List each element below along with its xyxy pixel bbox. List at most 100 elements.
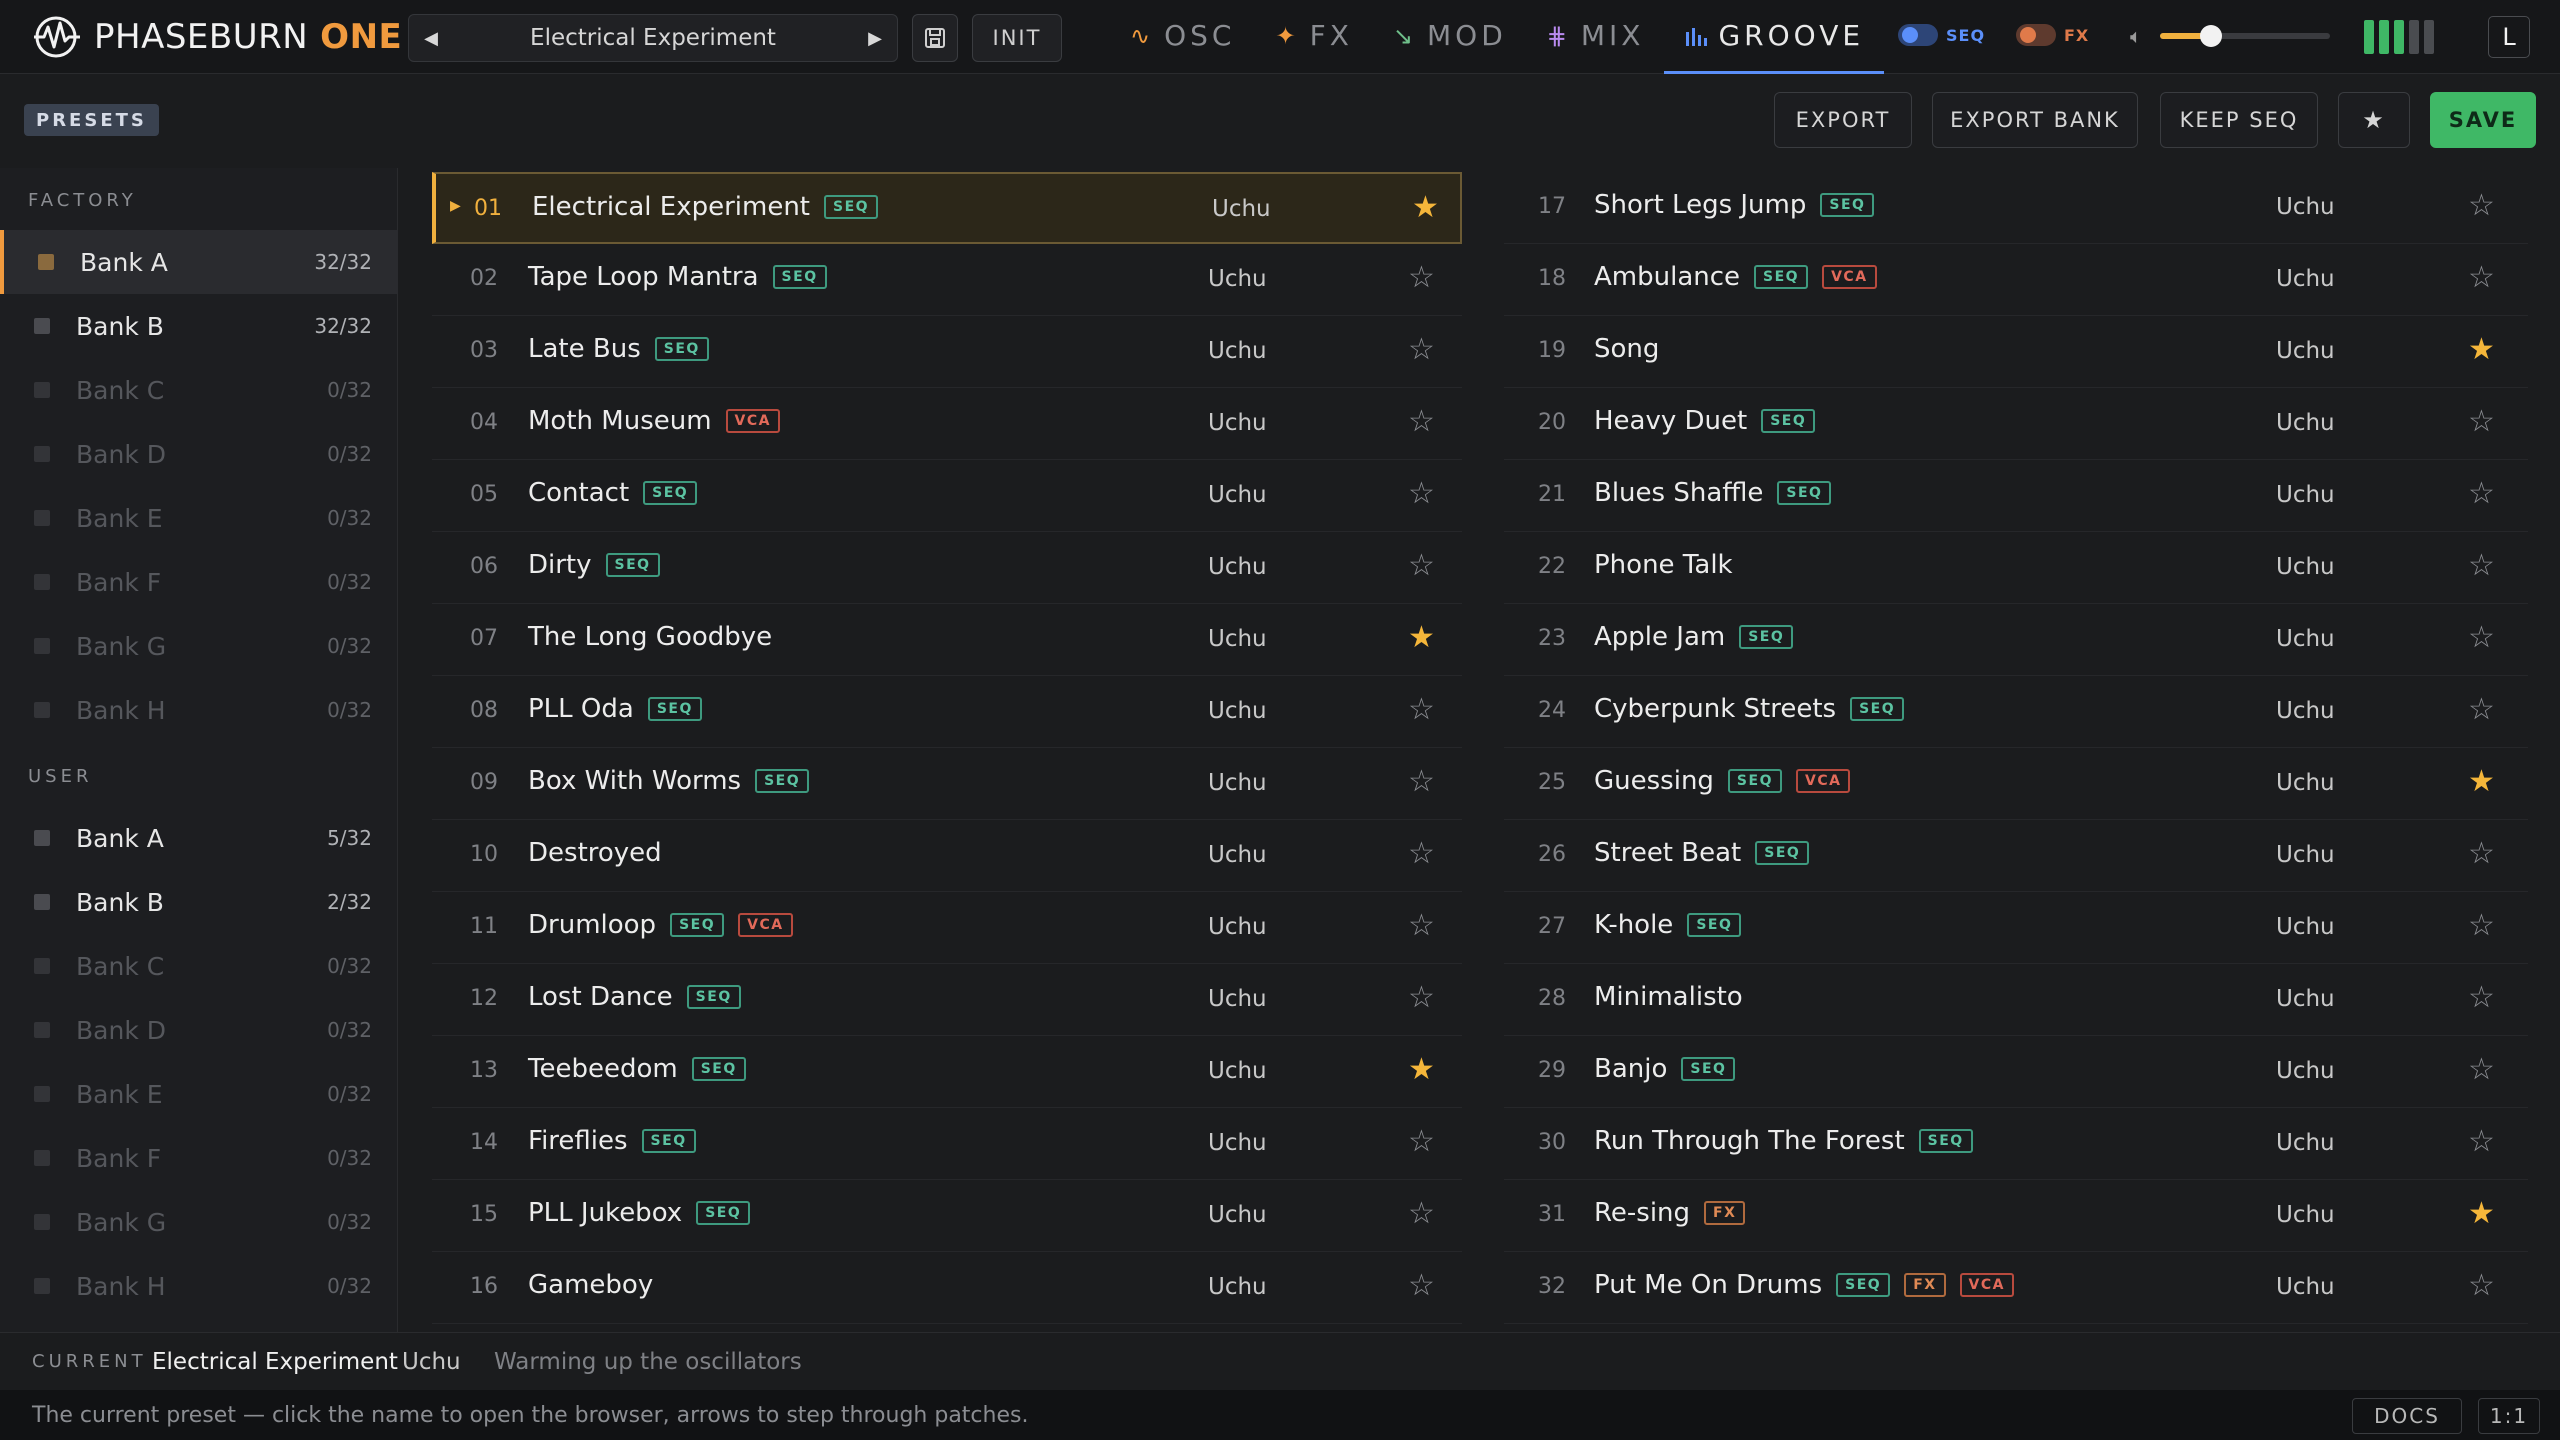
preset-row[interactable]: 18 Ambulance SEQ VCA Uchu ☆ (1504, 244, 2528, 316)
favorite-star-icon[interactable]: ☆ (2468, 476, 2495, 511)
favorite-star-icon[interactable]: ☆ (1408, 908, 1435, 943)
favorite-star-icon[interactable]: ☆ (2468, 260, 2495, 295)
favorite-star-icon[interactable]: ☆ (2468, 980, 2495, 1015)
preset-row[interactable]: 24 Cyberpunk Streets SEQ Uchu ☆ (1504, 676, 2528, 748)
favorite-star-icon[interactable]: ★ (1408, 1052, 1435, 1087)
factory-bank-f[interactable]: Bank F 0/32 (0, 550, 398, 614)
preset-row[interactable]: 25 Guessing SEQ VCA Uchu ★ (1504, 748, 2528, 820)
tab-osc[interactable]: ∿ OSC (1110, 0, 1255, 74)
keep-seq-button[interactable]: KEEP SEQ (2160, 92, 2318, 148)
preset-row[interactable]: 08 PLL Oda SEQ Uchu ☆ (432, 676, 1462, 748)
factory-bank-c[interactable]: Bank C 0/32 (0, 358, 398, 422)
preset-row[interactable]: 31 Re-sing FX Uchu ★ (1504, 1180, 2528, 1252)
preset-row[interactable]: 09 Box With Worms SEQ Uchu ☆ (432, 748, 1462, 820)
tab-groove[interactable]: GROOVE (1664, 0, 1885, 74)
docs-button[interactable]: DOCS (2352, 1398, 2462, 1434)
favorite-star-icon[interactable]: ☆ (2468, 1268, 2495, 1303)
preset-row[interactable]: 32 Put Me On Drums SEQ FX VCA Uchu ☆ (1504, 1252, 2528, 1324)
favorite-star-icon[interactable]: ☆ (1408, 476, 1435, 511)
favorite-star-icon[interactable]: ☆ (1408, 1196, 1435, 1231)
current-preset-name[interactable]: Electrical Experiment (453, 25, 853, 51)
factory-bank-d[interactable]: Bank D 0/32 (0, 422, 398, 486)
favorite-star-icon[interactable]: ★ (2468, 332, 2495, 367)
factory-bank-a[interactable]: Bank A 32/32 (0, 230, 398, 294)
preset-row[interactable]: 05 Contact SEQ Uchu ☆ (432, 460, 1462, 532)
preset-row[interactable]: 22 Phone Talk Uchu ☆ (1504, 532, 2528, 604)
favorite-star-icon[interactable]: ☆ (1408, 1268, 1435, 1303)
factory-bank-b[interactable]: Bank B 32/32 (0, 294, 398, 358)
preset-row[interactable]: 07 The Long Goodbye Uchu ★ (432, 604, 1462, 676)
favorite-star-icon[interactable]: ☆ (2468, 548, 2495, 583)
tab-mod[interactable]: ↘ MOD (1373, 0, 1527, 74)
preset-row[interactable]: 15 PLL Jukebox SEQ Uchu ☆ (432, 1180, 1462, 1252)
favorite-star-icon[interactable]: ☆ (1408, 404, 1435, 439)
preset-row[interactable]: 03 Late Bus SEQ Uchu ☆ (432, 316, 1462, 388)
fx-toggle[interactable]: FX (2016, 24, 2089, 46)
favorite-star-icon[interactable]: ☆ (2468, 908, 2495, 943)
favorite-star-icon[interactable]: ☆ (2468, 188, 2495, 223)
fx-switch[interactable] (2016, 24, 2056, 46)
preset-row[interactable]: 17 Short Legs Jump SEQ Uchu ☆ (1504, 172, 2528, 244)
favorite-star-icon[interactable]: ★ (1412, 190, 1439, 225)
favorite-star-icon[interactable]: ☆ (2468, 1052, 2495, 1087)
factory-bank-e[interactable]: Bank E 0/32 (0, 486, 398, 550)
preset-row[interactable]: 04 Moth Museum VCA Uchu ☆ (432, 388, 1462, 460)
layout-button[interactable]: L (2488, 16, 2530, 58)
preset-row[interactable]: 28 Minimalisto Uchu ☆ (1504, 964, 2528, 1036)
favorite-star-icon[interactable]: ☆ (1408, 764, 1435, 799)
favorite-star-icon[interactable]: ☆ (1408, 980, 1435, 1015)
user-bank-h[interactable]: Bank H 0/32 (0, 1254, 398, 1318)
export-button[interactable]: EXPORT (1774, 92, 1912, 148)
preset-row[interactable]: ▶ 01 Electrical Experiment SEQ Uchu ★ (432, 172, 1462, 244)
favorite-star-icon[interactable]: ☆ (1408, 332, 1435, 367)
favorite-star-icon[interactable]: ★ (2468, 1196, 2495, 1231)
preset-row[interactable]: 06 Dirty SEQ Uchu ☆ (432, 532, 1462, 604)
user-bank-d[interactable]: Bank D 0/32 (0, 998, 398, 1062)
preset-row[interactable]: 10 Destroyed Uchu ☆ (432, 820, 1462, 892)
next-preset-button[interactable]: ▶ (853, 15, 897, 61)
factory-bank-h[interactable]: Bank H 0/32 (0, 678, 398, 742)
seq-toggle[interactable]: SEQ (1898, 24, 1985, 46)
preset-row[interactable]: 26 Street Beat SEQ Uchu ☆ (1504, 820, 2528, 892)
favorite-star-icon[interactable]: ☆ (2468, 692, 2495, 727)
preset-row[interactable]: 29 Banjo SEQ Uchu ☆ (1504, 1036, 2528, 1108)
favorite-star-icon[interactable]: ★ (2468, 764, 2495, 799)
export-bank-button[interactable]: EXPORT BANK (1932, 92, 2138, 148)
preset-row[interactable]: 21 Blues Shaffle SEQ Uchu ☆ (1504, 460, 2528, 532)
preset-row[interactable]: 20 Heavy Duet SEQ Uchu ☆ (1504, 388, 2528, 460)
preset-row[interactable]: 11 Drumloop SEQ VCA Uchu ☆ (432, 892, 1462, 964)
preset-row[interactable]: 14 Fireflies SEQ Uchu ☆ (432, 1108, 1462, 1180)
preset-row[interactable]: 19 Song Uchu ★ (1504, 316, 2528, 388)
seq-switch[interactable] (1898, 24, 1938, 46)
user-bank-b[interactable]: Bank B 2/32 (0, 870, 398, 934)
favorite-star-icon[interactable]: ★ (1408, 620, 1435, 655)
favorite-star-icon[interactable]: ☆ (2468, 836, 2495, 871)
user-bank-f[interactable]: Bank F 0/32 (0, 1126, 398, 1190)
favorite-star-icon[interactable]: ☆ (1408, 1124, 1435, 1159)
save-preset-button[interactable] (912, 14, 958, 62)
preset-row[interactable]: 12 Lost Dance SEQ Uchu ☆ (432, 964, 1462, 1036)
user-bank-g[interactable]: Bank G 0/32 (0, 1190, 398, 1254)
preset-row[interactable]: 02 Tape Loop Mantra SEQ Uchu ☆ (432, 244, 1462, 316)
volume-slider[interactable] (2160, 25, 2330, 47)
favorite-star-icon[interactable]: ☆ (1408, 260, 1435, 295)
volume-slider-knob[interactable] (2200, 25, 2222, 47)
preset-selector[interactable]: ◀ Electrical Experiment ▶ (408, 14, 898, 62)
tab-fx[interactable]: ✦ FX (1255, 0, 1372, 74)
preset-row[interactable]: 13 Teebeedom SEQ Uchu ★ (432, 1036, 1462, 1108)
factory-bank-g[interactable]: Bank G 0/32 (0, 614, 398, 678)
user-bank-e[interactable]: Bank E 0/32 (0, 1062, 398, 1126)
user-bank-a[interactable]: Bank A 5/32 (0, 806, 398, 870)
user-bank-c[interactable]: Bank C 0/32 (0, 934, 398, 998)
init-button[interactable]: INIT (972, 14, 1062, 62)
tab-mix[interactable]: ⋕ MIX (1527, 0, 1665, 74)
prev-preset-button[interactable]: ◀ (409, 15, 453, 61)
preset-row[interactable]: 27 K-hole SEQ Uchu ☆ (1504, 892, 2528, 964)
favorite-star-icon[interactable]: ☆ (1408, 692, 1435, 727)
preset-row[interactable]: 30 Run Through The Forest SEQ Uchu ☆ (1504, 1108, 2528, 1180)
favorite-star-icon[interactable]: ☆ (1408, 548, 1435, 583)
save-button[interactable]: SAVE (2430, 92, 2536, 148)
favorite-filter-button[interactable]: ★ (2338, 92, 2410, 148)
zoom-button[interactable]: 1:1 (2478, 1398, 2540, 1434)
favorite-star-icon[interactable]: ☆ (1408, 836, 1435, 871)
